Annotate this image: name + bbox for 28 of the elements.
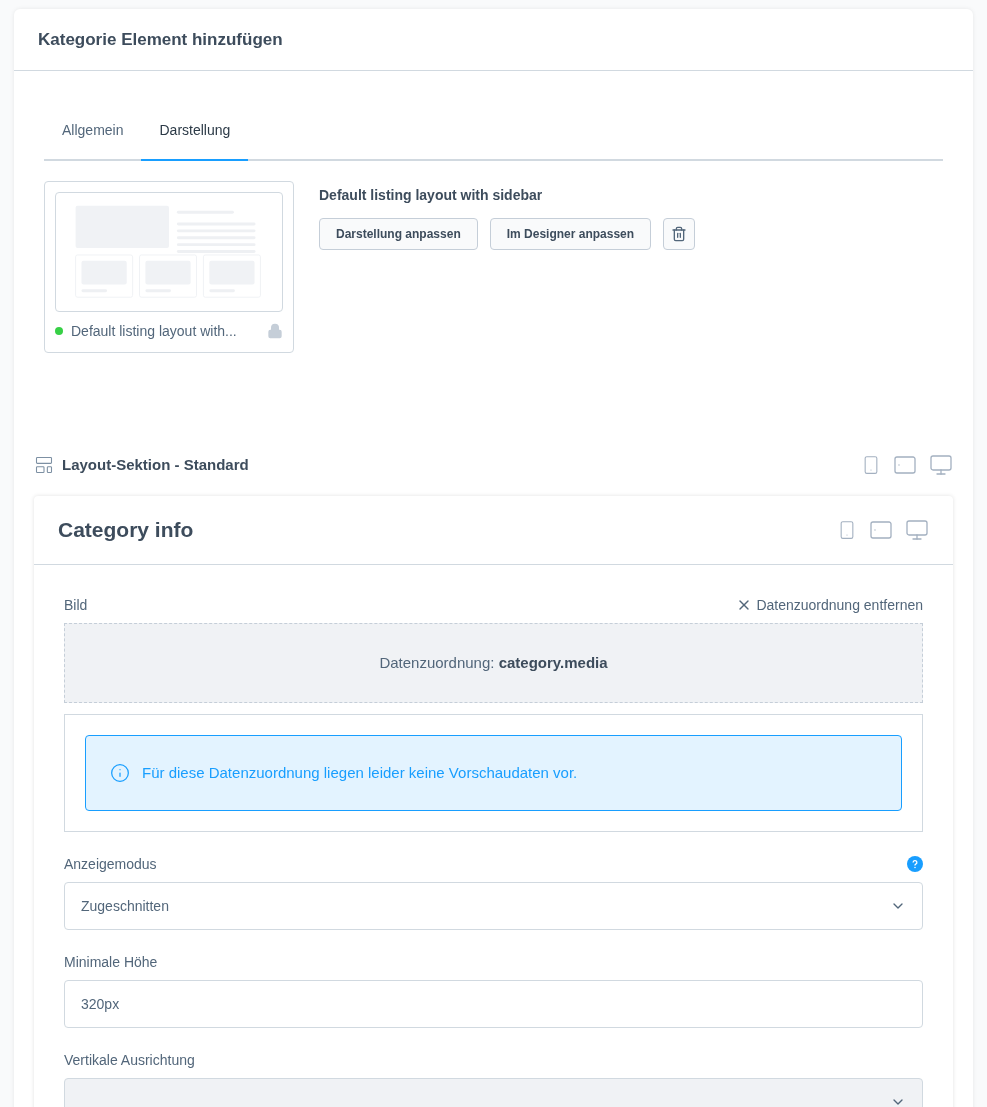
remove-mapping-link[interactable]: Datenzuordnung entfernen bbox=[736, 595, 923, 615]
tab[interactable]: Darstellung bbox=[141, 101, 249, 161]
layout-title: Default listing layout with sidebar bbox=[319, 186, 544, 205]
block-title: Category info bbox=[58, 517, 194, 544]
field-label: Anzeigemodus bbox=[64, 855, 157, 874]
layout-button[interactable]: Im Designer anpassen bbox=[489, 218, 652, 250]
field-label: Bild bbox=[64, 596, 88, 615]
field-label: Vertikale Ausrichtung bbox=[64, 1051, 195, 1070]
mapping-text: Datenzuordnung: category.media bbox=[379, 652, 608, 673]
trash-icon bbox=[671, 226, 688, 242]
layout-name: Default listing layout with... bbox=[71, 322, 238, 341]
field-label: Minimale Höhe bbox=[64, 953, 158, 972]
tablet-icon[interactable] bbox=[893, 453, 917, 477]
layout-icon bbox=[34, 455, 54, 475]
layout-button[interactable]: Darstellung anpassen bbox=[319, 218, 478, 250]
section-title: Layout-Sektion - Standard bbox=[62, 454, 249, 475]
input-field[interactable]: 320px bbox=[64, 980, 923, 1028]
info-icon bbox=[110, 763, 130, 783]
card-title: Kategorie Element hinzufügen bbox=[38, 28, 283, 51]
delete-button[interactable] bbox=[663, 218, 696, 250]
desktop-icon[interactable] bbox=[929, 453, 953, 477]
desktop-icon[interactable] bbox=[905, 518, 929, 542]
tab[interactable]: Allgemein bbox=[44, 101, 142, 161]
tablet-icon[interactable] bbox=[869, 518, 893, 542]
alert-text: Für diese Datenzuordnung liegen leider keine Vorschaudaten vor. bbox=[142, 762, 578, 783]
layout-card[interactable]: Default listing layout with... bbox=[44, 181, 294, 353]
help-icon[interactable] bbox=[907, 856, 923, 872]
select-field[interactable]: Zugeschnitten bbox=[64, 882, 923, 930]
